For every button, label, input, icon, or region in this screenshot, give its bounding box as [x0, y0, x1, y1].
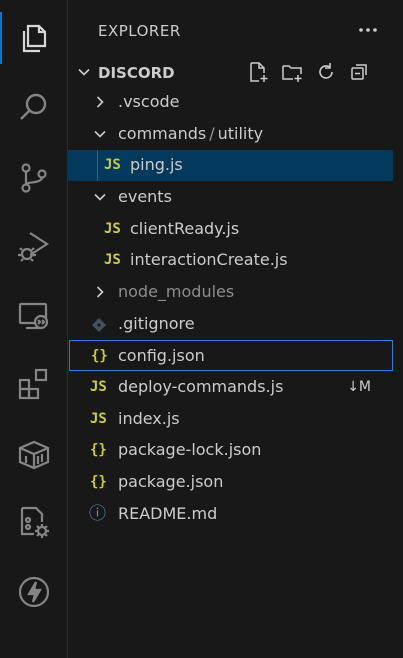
- tree-item-label: ping.js: [130, 155, 183, 174]
- folder-commands: commands: [118, 124, 207, 143]
- tree-item-label: node_modules: [118, 282, 235, 301]
- tree-item-vscode[interactable]: .vscode: [68, 87, 393, 118]
- workspace-section-header[interactable]: DISCORD: [68, 58, 403, 86]
- info-file-icon: ⓘ: [89, 504, 106, 524]
- extensions-icon[interactable]: [0, 352, 68, 416]
- tree-item-label: config.json: [118, 346, 205, 365]
- run-debug-icon[interactable]: [0, 214, 68, 278]
- chevron-down-icon: [94, 130, 106, 138]
- javascript-file-icon: JS: [104, 157, 121, 173]
- thunder-client-icon[interactable]: [0, 560, 68, 624]
- source-control-icon[interactable]: [0, 146, 68, 210]
- tree-item-commands-utility[interactable]: commands / utility: [68, 119, 393, 150]
- tree-item-label: index.js: [118, 409, 180, 428]
- chevron-right-icon: [96, 96, 104, 108]
- folder-utility: utility: [217, 124, 264, 143]
- tree-item-ping-js[interactable]: JS ping.js: [68, 150, 393, 181]
- tree-item-label: .gitignore: [118, 314, 195, 333]
- json-file-icon: {}: [90, 474, 107, 490]
- tree-item-label: package.json: [118, 472, 224, 491]
- containers-icon[interactable]: [0, 422, 68, 486]
- tree-item-label: commands / utility: [118, 125, 263, 143]
- collapse-all-icon[interactable]: [348, 60, 372, 84]
- activity-bar: [0, 0, 68, 658]
- tree-item-label: package-lock.json: [118, 440, 262, 459]
- tree-item-events[interactable]: events: [68, 182, 393, 213]
- path-separator: /: [209, 124, 215, 143]
- settings-sync-icon[interactable]: [0, 490, 68, 554]
- tree-item-readme-md[interactable]: ⓘ README.md: [68, 499, 393, 530]
- new-folder-icon[interactable]: [280, 60, 304, 84]
- tree-item-clientready-js[interactable]: JS clientReady.js: [68, 214, 393, 245]
- search-icon[interactable]: [0, 76, 68, 140]
- remote-explorer-icon[interactable]: [0, 284, 68, 348]
- chevron-right-icon: [96, 286, 104, 298]
- explorer-icon[interactable]: [0, 6, 68, 70]
- tree-item-label: .vscode: [118, 92, 180, 111]
- json-file-icon: {}: [91, 348, 108, 364]
- git-status-badge: ↓M: [347, 379, 371, 395]
- tree-item-label: events: [118, 187, 172, 206]
- chevron-down-icon: [78, 68, 90, 76]
- tree-item-config-json[interactable]: {} config.json: [69, 340, 393, 371]
- tree-item-label: interactionCreate.js: [130, 250, 288, 269]
- chevron-down-icon: [94, 193, 106, 201]
- tree-item-package-json[interactable]: {} package.json: [68, 467, 393, 498]
- json-file-icon: {}: [90, 442, 107, 458]
- more-actions-icon[interactable]: [355, 18, 381, 42]
- javascript-file-icon: JS: [104, 221, 121, 237]
- indent-guide: [97, 150, 98, 181]
- javascript-file-icon: JS: [90, 411, 107, 427]
- explorer-title-bar: EXPLORER: [68, 0, 403, 62]
- explorer-sidebar: EXPLORER DISCORD .vscode commands / utilit…: [68, 0, 403, 658]
- tree-item-package-lock-json[interactable]: {} package-lock.json: [68, 435, 393, 466]
- tree-item-interactioncreate-js[interactable]: JS interactionCreate.js: [68, 245, 393, 276]
- workspace-name: DISCORD: [98, 64, 175, 82]
- git-file-icon: [92, 318, 106, 332]
- tree-item-node-modules[interactable]: node_modules: [68, 277, 393, 308]
- tree-item-label: deploy-commands.js: [118, 377, 284, 396]
- explorer-title: EXPLORER: [98, 22, 181, 40]
- javascript-file-icon: JS: [90, 379, 107, 395]
- new-file-icon[interactable]: [246, 60, 270, 84]
- tree-item-gitignore[interactable]: .gitignore: [68, 309, 393, 340]
- javascript-file-icon: JS: [104, 252, 121, 268]
- tree-item-label: clientReady.js: [130, 219, 240, 238]
- tree-item-label: README.md: [118, 504, 218, 523]
- tree-item-deploy-commands-js[interactable]: JS deploy-commands.js ↓M: [68, 372, 393, 403]
- refresh-icon[interactable]: [314, 60, 338, 84]
- tree-item-index-js[interactable]: JS index.js: [68, 404, 393, 435]
